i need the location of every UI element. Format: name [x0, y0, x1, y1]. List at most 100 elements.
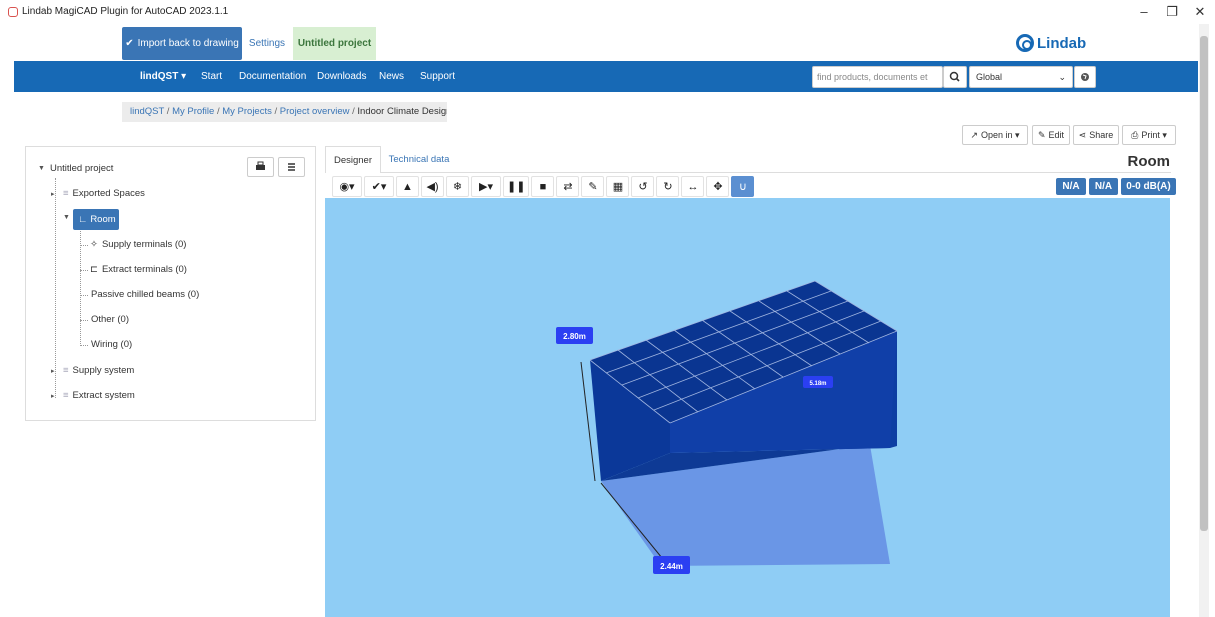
move-icon: ✥ [713, 181, 723, 193]
chevron-down-icon: ⌄ [1058, 72, 1066, 82]
tree-supply-terminals[interactable]: ✧ Supply terminals (0) [90, 239, 186, 250]
breadcrumb-lindqst[interactable]: lindQST [130, 106, 164, 117]
tree-branch [80, 345, 88, 346]
caret-down-icon: ▼ [63, 214, 70, 221]
width-dimension-label: 2.44m [660, 562, 683, 571]
globe-button[interactable] [1074, 66, 1096, 88]
external-link-icon: ↗ [970, 129, 978, 140]
nav-news[interactable]: News [379, 61, 404, 92]
supply-system-label: Supply system [72, 365, 135, 376]
play-dropdown-button[interactable]: ▶▾ [471, 176, 501, 197]
nav-support[interactable]: Support [420, 61, 455, 92]
tree-branch [80, 295, 88, 296]
tree-branch [80, 320, 88, 321]
tree-room-node[interactable]: ∟ Room [73, 209, 119, 230]
caret-down-icon: ▼ [38, 165, 45, 172]
swap-icon: ⇄ [563, 181, 573, 193]
edit-button[interactable]: ✎ Edit [1032, 125, 1070, 145]
layers-icon: ≡ [63, 365, 69, 376]
nav-start[interactable]: Start [201, 61, 222, 92]
tab-technical-data[interactable]: Technical data [384, 146, 454, 173]
breadcrumb-project-overview[interactable]: Project overview [280, 106, 350, 117]
restore-button[interactable]: ❐ [1162, 3, 1182, 21]
nav-documentation[interactable]: Documentation [239, 61, 306, 92]
region-select[interactable]: Global ⌄ [969, 66, 1073, 88]
supply-terminals-label: Supply terminals (0) [101, 239, 187, 250]
share-label: Share [1089, 130, 1114, 140]
caret-right-icon: ▸ [51, 392, 55, 400]
share-button[interactable]: ⋖ Share [1073, 125, 1119, 145]
redo-button[interactable]: ↻ [656, 176, 680, 197]
designer-toolbar: ◉▾ ✔▾ ▲ ◀) ❄ ▶▾ ❚❚ ■ ⇄ ✎ ▦ ↺ ↻ ↔ ✥ ∪ [332, 176, 755, 197]
measure-button[interactable]: ↔ [681, 176, 705, 197]
height-dimension-label: 2.80m [563, 332, 586, 341]
search-icon [949, 71, 960, 82]
length-dimension-label: 5.18m [809, 381, 826, 387]
breadcrumb-my-projects[interactable]: My Projects [222, 106, 272, 117]
print-button[interactable]: ⎙ Print ▾ [1122, 125, 1176, 145]
tree-guide-line [80, 231, 81, 346]
tree-wiring[interactable]: Wiring (0) [91, 339, 132, 350]
nav-lindqst[interactable]: lindQST ▾ [140, 61, 186, 92]
close-button[interactable]: ✕ [1190, 3, 1210, 21]
nav-downloads[interactable]: Downloads [317, 61, 366, 92]
printer-icon: ⎙ [1131, 129, 1139, 140]
move-button[interactable]: ✥ [706, 176, 730, 197]
tree-other[interactable]: Other (0) [91, 314, 129, 325]
grid-button[interactable]: ▦ [606, 176, 630, 197]
minimize-button[interactable]: – [1134, 3, 1154, 21]
tree-branch [80, 245, 88, 246]
extract-system-label: Extract system [72, 390, 135, 401]
settings-link[interactable]: Settings [244, 27, 290, 60]
pencil-icon: ✎ [1037, 129, 1046, 140]
tree-extract-system[interactable]: ▸ ≡ Extract system [51, 390, 135, 401]
page-scrollbar-thumb[interactable] [1200, 36, 1208, 531]
tree-passive-chilled-beams[interactable]: Passive chilled beams (0) [91, 289, 199, 300]
sound-level-badge: 0-0 dB(A) [1121, 178, 1176, 195]
tree-print-button[interactable] [247, 157, 274, 177]
stop-button[interactable]: ■ [531, 176, 555, 197]
redo-icon: ↻ [663, 181, 673, 193]
search-input[interactable]: find products, documents et [812, 66, 943, 88]
breadcrumb-my-profile[interactable]: My Profile [172, 106, 214, 117]
breadcrumb: lindQST / My Profile / My Projects / Pro… [122, 102, 447, 122]
window-titlebar: Lindab MagiCAD Plugin for AutoCAD 2023.1… [0, 0, 1215, 24]
snap-button[interactable]: ∪ [731, 176, 755, 197]
search-button[interactable] [943, 66, 967, 88]
swap-button[interactable]: ⇄ [556, 176, 580, 197]
sound-button[interactable]: ◀) [421, 176, 444, 197]
passive-chilled-beams-label: Passive chilled beams (0) [91, 289, 200, 300]
status-badge-2: N/A [1089, 178, 1118, 195]
tree-exported-spaces[interactable]: ▸ ≡ Exported Spaces [51, 188, 145, 199]
tree-root-node[interactable]: ▼ Untitled project [38, 163, 113, 174]
breadcrumb-current: Indoor Climate Designer [357, 106, 447, 117]
supply-terminal-icon: ✧ [90, 239, 98, 250]
warning-icon: ▲ [402, 180, 413, 193]
brand-name: Lindab [1037, 34, 1087, 52]
open-in-button[interactable]: ↗ Open in ▾ [962, 125, 1028, 145]
edit-label: Edit [1048, 130, 1065, 140]
tree-room-caret[interactable]: ▼ [63, 214, 71, 221]
view-dropdown-button[interactable]: ◉▾ [332, 176, 362, 197]
check-dropdown-button[interactable]: ✔▾ [364, 176, 394, 197]
tree-root-label: Untitled project [50, 163, 114, 174]
extract-terminal-icon: ⊏ [90, 264, 98, 275]
tree-supply-system[interactable]: ▸ ≡ Supply system [51, 365, 134, 376]
designer-viewport[interactable]: 2.80m 5.18m 2.44m [325, 198, 1170, 617]
check-icon: ✔ [125, 38, 134, 49]
cooling-button[interactable]: ❄ [446, 176, 469, 197]
lindab-logo[interactable]: Lindab [1016, 33, 1086, 53]
warning-button[interactable]: ▲ [396, 176, 419, 197]
tab-designer[interactable]: Designer [325, 146, 381, 173]
tree-branch [80, 270, 88, 271]
pause-button[interactable]: ❚❚ [503, 176, 530, 197]
room-3d-view[interactable]: 2.80m 5.18m 2.44m [325, 198, 1170, 617]
pencil-button[interactable]: ✎ [581, 176, 605, 197]
tree-menu-button[interactable] [278, 157, 305, 177]
tree-extract-terminals[interactable]: ⊏ Extract terminals (0) [90, 264, 187, 275]
check-icon: ✔▾ [371, 181, 387, 193]
import-back-button[interactable]: ✔ Import back to drawing [122, 27, 242, 60]
caret-right-icon: ▸ [51, 367, 55, 375]
project-button[interactable]: Untitled project [293, 27, 376, 60]
undo-button[interactable]: ↺ [631, 176, 655, 197]
